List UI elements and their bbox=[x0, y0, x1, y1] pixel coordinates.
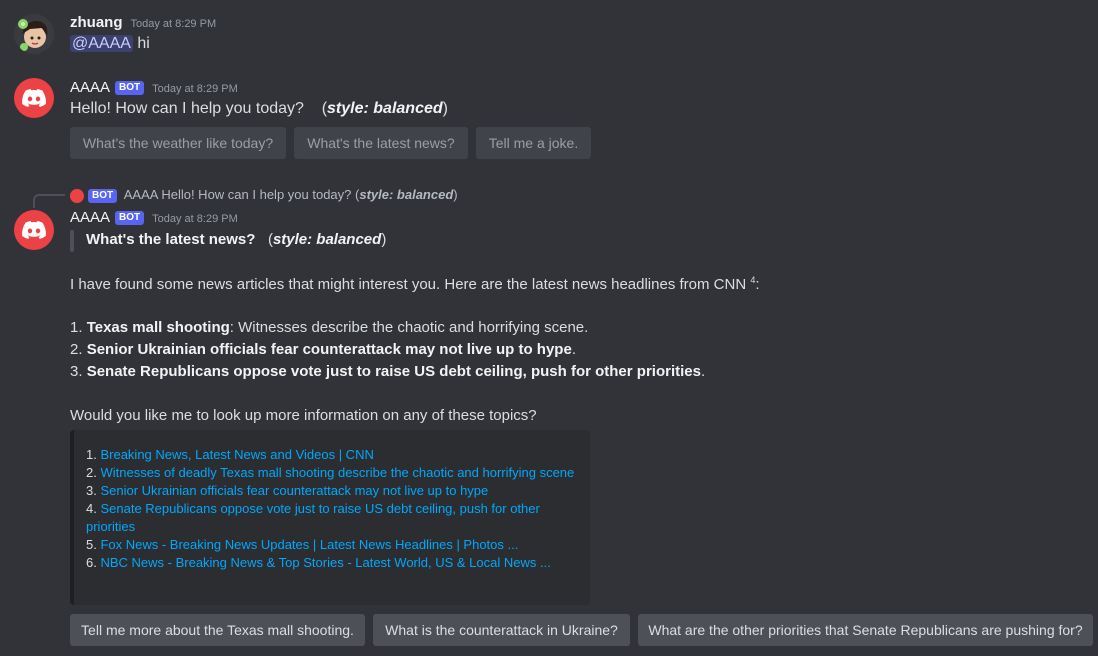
bot-badge: BOT bbox=[115, 211, 145, 225]
user-avatar[interactable] bbox=[14, 14, 54, 54]
suggestion-button-texas[interactable]: Tell me more about the Texas mall shooti… bbox=[70, 614, 365, 646]
timestamp: Today at 8:29 PM bbox=[152, 83, 238, 95]
reply-reference[interactable]: BOT AAAA Hello! How can I help you today… bbox=[70, 187, 458, 204]
suggestion-button-ukraine[interactable]: What is the counterattack in Ukraine? bbox=[373, 614, 630, 646]
message-content: Hello! How can I help you today? (style:… bbox=[70, 100, 448, 118]
bot-badge: BOT bbox=[88, 189, 118, 203]
style-close-paren: ) bbox=[442, 100, 448, 117]
source-number: 5. bbox=[86, 537, 97, 552]
source-number: 4. bbox=[86, 501, 97, 516]
sources-embed: 1. Breaking News, Latest News and Videos… bbox=[70, 430, 590, 605]
source-number: 3. bbox=[86, 483, 97, 498]
source-item: 2. Witnesses of deadly Texas mall shooti… bbox=[86, 464, 576, 482]
bot-badge: BOT bbox=[115, 81, 145, 95]
discord-logo-icon bbox=[22, 89, 46, 107]
blockquote: What's the latest news? (style: balanced… bbox=[86, 231, 387, 248]
source-link[interactable]: Senior Ukrainian officials fear countera… bbox=[100, 483, 488, 498]
item-number: 1. bbox=[70, 319, 83, 336]
source-link[interactable]: Breaking News, Latest News and Videos | … bbox=[100, 447, 373, 462]
blockquote-bar bbox=[70, 230, 74, 252]
source-link[interactable]: NBC News - Breaking News & Top Stories -… bbox=[100, 555, 550, 570]
item-rest: . bbox=[571, 341, 576, 358]
bot-avatar[interactable] bbox=[14, 78, 54, 118]
news-item-3: 3. Senate Republicans oppose vote just t… bbox=[70, 363, 705, 380]
discord-logo-icon bbox=[22, 221, 46, 239]
news-item-1: 1. Texas mall shooting: Witnesses descri… bbox=[70, 319, 588, 336]
message-content: @AAAA hi bbox=[70, 35, 150, 53]
item-headline: Senior Ukrainian officials fear countera… bbox=[86, 341, 572, 358]
item-headline: Senate Republicans oppose vote just to r… bbox=[86, 363, 701, 380]
follow-up-question: Would you like me to look up more inform… bbox=[70, 407, 537, 424]
reply-spine bbox=[33, 194, 65, 208]
username[interactable]: zhuang bbox=[70, 14, 123, 31]
reply-text: Hello! How can I help you today? bbox=[161, 187, 352, 202]
source-number: 2. bbox=[86, 465, 97, 480]
message-header: AAAA BOT Today at 8:29 PM bbox=[70, 209, 238, 227]
reply-style: style: balanced bbox=[359, 187, 454, 202]
reply-avatar bbox=[70, 188, 84, 203]
suggestion-button-news[interactable]: What's the latest news? bbox=[294, 127, 468, 159]
suggestion-button-joke[interactable]: Tell me a joke. bbox=[476, 127, 591, 159]
source-item: 5. Fox News - Breaking News Updates | La… bbox=[86, 536, 576, 554]
bot-name[interactable]: AAAA bbox=[70, 79, 110, 96]
intro-sentence: I have found some news articles that mig… bbox=[70, 276, 747, 293]
source-number: 6. bbox=[86, 555, 97, 570]
quote-style: style: balanced bbox=[272, 231, 382, 248]
source-item: 3. Senior Ukrainian officials fear count… bbox=[86, 482, 576, 500]
quote-text: What's the latest news? bbox=[86, 231, 256, 248]
reply-author: AAAA bbox=[123, 187, 158, 202]
source-link[interactable]: Senate Republicans oppose vote just to r… bbox=[86, 501, 540, 534]
message-text: Hello! How can I help you today? bbox=[70, 100, 304, 117]
timestamp: Today at 8:29 PM bbox=[152, 213, 238, 225]
user-mention[interactable]: @AAAA bbox=[70, 35, 133, 52]
item-number: 2. bbox=[70, 341, 83, 358]
style-label: style: balanced bbox=[327, 100, 443, 117]
item-rest: . bbox=[700, 363, 706, 380]
intro-text: I have found some news articles that mig… bbox=[70, 275, 760, 293]
intro-colon: : bbox=[755, 276, 760, 293]
bot-avatar[interactable] bbox=[14, 210, 54, 250]
source-link[interactable]: Fox News - Breaking News Updates | Lates… bbox=[100, 537, 518, 552]
source-link[interactable]: Witnesses of deadly Texas mall shooting … bbox=[100, 465, 574, 480]
message-header: AAAA BOT Today at 8:29 PM bbox=[70, 79, 238, 97]
suggestion-button-weather[interactable]: What's the weather like today? bbox=[70, 127, 286, 159]
message-text: hi bbox=[132, 35, 150, 52]
bot-name[interactable]: AAAA bbox=[70, 209, 110, 226]
item-number: 3. bbox=[70, 363, 83, 380]
source-number: 1. bbox=[86, 447, 97, 462]
item-rest: : Witnesses describe the chaotic and hor… bbox=[229, 319, 589, 336]
message-header: zhuang Today at 8:29 PM bbox=[70, 14, 216, 31]
source-item: 6. NBC News - Breaking News & Top Storie… bbox=[86, 554, 576, 572]
item-headline: Texas mall shooting bbox=[86, 319, 230, 336]
news-item-2: 2. Senior Ukrainian officials fear count… bbox=[70, 341, 576, 358]
source-item: 4. Senate Republicans oppose vote just t… bbox=[86, 500, 576, 536]
suggestion-button-senate[interactable]: What are the other priorities that Senat… bbox=[638, 614, 1093, 646]
source-item: 1. Breaking News, Latest News and Videos… bbox=[86, 446, 576, 464]
timestamp: Today at 8:29 PM bbox=[130, 18, 217, 30]
